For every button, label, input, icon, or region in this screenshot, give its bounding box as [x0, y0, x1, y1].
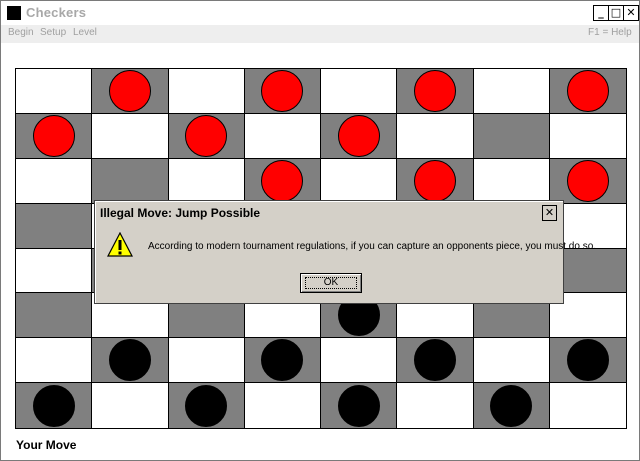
ok-button[interactable]: OK	[300, 273, 362, 293]
board-square[interactable]	[244, 158, 321, 204]
board-square[interactable]	[168, 113, 245, 159]
black-piece[interactable]	[413, 339, 456, 382]
red-piece[interactable]	[261, 69, 304, 112]
board-square[interactable]	[397, 113, 474, 159]
red-piece[interactable]	[185, 114, 228, 157]
title-bar[interactable]: Checkers _ □ ✕	[1, 1, 639, 25]
black-piece[interactable]	[337, 384, 380, 427]
black-piece[interactable]	[185, 384, 228, 427]
dialog-message: According to modern tournament regulatio…	[148, 241, 597, 252]
board-square[interactable]	[397, 158, 474, 204]
board-square[interactable]	[473, 113, 550, 159]
board-square[interactable]	[244, 69, 321, 114]
close-button[interactable]: ✕	[623, 5, 639, 21]
board-square[interactable]	[92, 69, 169, 114]
board-square[interactable]	[16, 338, 93, 384]
black-piece[interactable]	[261, 339, 304, 382]
window-title: Checkers	[26, 5, 87, 20]
board-square[interactable]	[321, 113, 398, 159]
board-square[interactable]	[473, 69, 550, 114]
board-square[interactable]	[244, 113, 321, 159]
board-square[interactable]	[92, 338, 169, 384]
red-piece[interactable]	[32, 114, 75, 157]
board-square[interactable]	[16, 69, 93, 114]
dialog-title-bar[interactable]: Illegal Move: Jump Possible ✕	[97, 203, 559, 223]
warning-icon	[107, 232, 133, 257]
checkers-window: Checkers _ □ ✕ Begin Setup Level F1 = He…	[0, 0, 640, 461]
red-piece[interactable]	[566, 159, 609, 202]
status-text: Your Move	[16, 438, 77, 452]
board-square[interactable]	[473, 338, 550, 384]
help-hint: F1 = Help	[588, 27, 632, 38]
board-square[interactable]	[549, 158, 626, 204]
board-square[interactable]	[16, 293, 93, 339]
board-square[interactable]	[16, 203, 93, 249]
board-square[interactable]	[549, 69, 626, 114]
board-square[interactable]	[168, 338, 245, 384]
board-square[interactable]	[92, 113, 169, 159]
illegal-move-dialog: Illegal Move: Jump Possible ✕ According …	[94, 200, 596, 304]
red-piece[interactable]	[413, 159, 456, 202]
board-square[interactable]	[321, 383, 398, 428]
red-piece[interactable]	[108, 69, 151, 112]
board-square[interactable]	[16, 113, 93, 159]
board-square[interactable]	[92, 383, 169, 428]
board-square[interactable]	[549, 113, 626, 159]
board-square[interactable]	[321, 69, 398, 114]
board-square[interactable]	[473, 158, 550, 204]
ok-focus-ring	[305, 277, 357, 289]
board-square[interactable]	[16, 158, 93, 204]
menu-bar: Begin Setup Level F1 = Help	[1, 25, 639, 43]
board-square[interactable]	[397, 383, 474, 428]
dialog-title: Illegal Move: Jump Possible	[100, 206, 261, 220]
board-square[interactable]	[244, 383, 321, 428]
black-piece[interactable]	[32, 384, 75, 427]
red-piece[interactable]	[337, 114, 380, 157]
board-square[interactable]	[168, 158, 245, 204]
menu-level[interactable]: Level	[73, 27, 97, 38]
maximize-button[interactable]: □	[608, 5, 624, 21]
board-square[interactable]	[473, 383, 550, 428]
menu-setup[interactable]: Setup	[40, 27, 66, 38]
board-square[interactable]	[321, 338, 398, 384]
black-piece[interactable]	[108, 339, 151, 382]
board-square[interactable]	[92, 158, 169, 204]
board-square[interactable]	[168, 69, 245, 114]
board-square[interactable]	[549, 338, 626, 384]
red-piece[interactable]	[566, 69, 609, 112]
black-piece[interactable]	[490, 384, 533, 427]
board-square[interactable]	[16, 248, 93, 294]
board-square[interactable]	[16, 383, 93, 428]
board-square[interactable]	[244, 338, 321, 384]
dialog-close-button[interactable]: ✕	[542, 205, 557, 221]
menu-begin[interactable]: Begin	[8, 27, 34, 38]
board-square[interactable]	[397, 338, 474, 384]
board-square[interactable]	[397, 69, 474, 114]
app-icon[interactable]	[7, 6, 21, 20]
black-piece[interactable]	[566, 339, 609, 382]
red-piece[interactable]	[413, 69, 456, 112]
board-square[interactable]	[321, 158, 398, 204]
red-piece[interactable]	[261, 159, 304, 202]
board-square[interactable]	[549, 383, 626, 428]
board-square[interactable]	[168, 383, 245, 428]
minimize-button[interactable]: _	[593, 5, 609, 21]
